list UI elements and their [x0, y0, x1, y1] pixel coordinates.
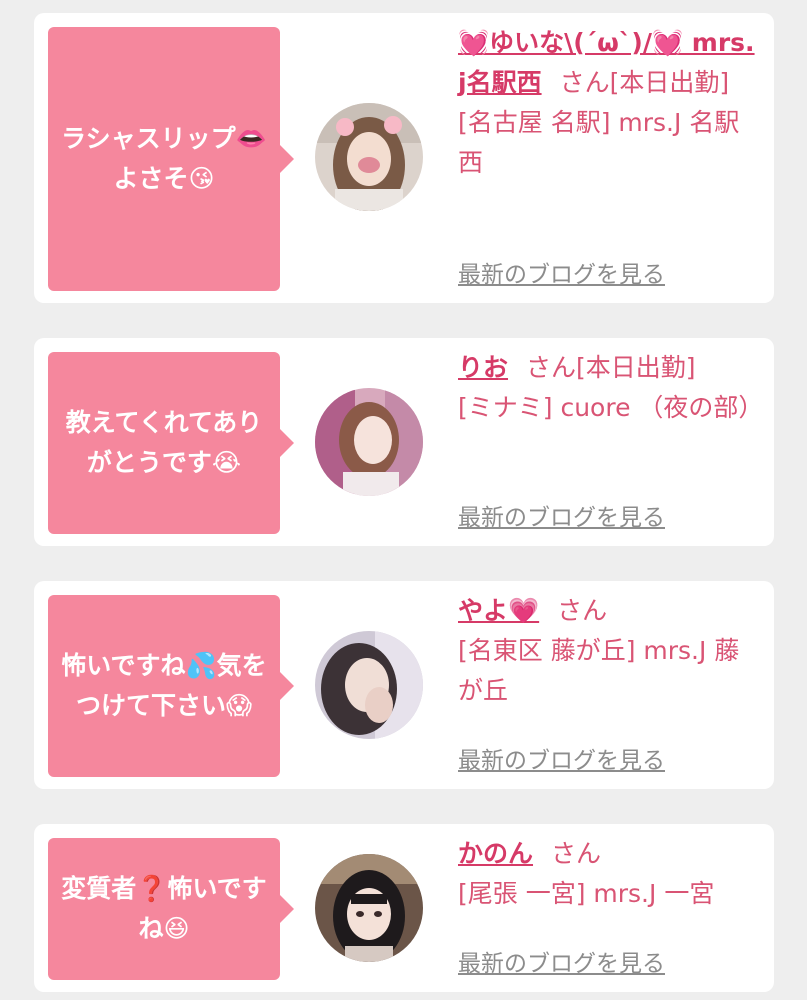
girl-info: かのん さん [尾張 一宮] mrs.J 一宮 [458, 834, 758, 914]
avatar[interactable] [315, 631, 423, 739]
avatar-image [315, 388, 423, 496]
comment-text: 教えてくれてありがとうです😭 [65, 408, 263, 477]
avatar-image [315, 103, 423, 211]
shop-info: [名東区 藤が丘] mrs.J 藤が丘 [458, 636, 740, 705]
comment-card: 怖いですね💦気をつけて下さい😱 やよ💗 さん [名東区 藤が丘] mrs.J 藤が… [34, 581, 774, 789]
comment-card: ラシャスリップ👄よさそ😘 💓ゆいな\(´ω`)/💓 mrs.j名駅西 さん[本日出… [34, 13, 774, 303]
comment-card: 教えてくれてありがとうです😭 りお さん[本日出勤] [ミナミ] cuore （夜… [34, 338, 774, 546]
comment-bubble: 教えてくれてありがとうです😭 [48, 352, 294, 534]
girl-status: さん[本日出勤] [526, 353, 696, 382]
comment-text: ラシャスリップ👄よさそ😘 [61, 124, 267, 193]
shop-info: [ミナミ] cuore （夜の部） [458, 393, 764, 422]
latest-blog-link[interactable]: 最新のブログを見る [458, 741, 665, 775]
comment-bubble: 怖いですね💦気をつけて下さい😱 [48, 595, 294, 777]
comment-bubble: 変質者❓怖いですね😆 [48, 838, 294, 980]
comment-text: 変質者❓怖いですね😆 [61, 874, 267, 943]
girl-name-link[interactable]: りお [458, 353, 508, 382]
comment-bubble: ラシャスリップ👄よさそ😘 [48, 27, 294, 291]
comment-list: ラシャスリップ👄よさそ😘 💓ゆいな\(´ω`)/💓 mrs.j名駅西 さん[本日出… [0, 0, 807, 1000]
latest-blog-link[interactable]: 最新のブログを見る [458, 255, 665, 289]
girl-status: さん [557, 596, 608, 625]
avatar[interactable] [315, 854, 423, 962]
avatar[interactable] [315, 388, 423, 496]
girl-status: さん [551, 839, 602, 868]
girl-info: りお さん[本日出勤] [ミナミ] cuore （夜の部） [458, 348, 764, 428]
girl-status: さん[本日出勤] [559, 68, 730, 97]
latest-blog-link[interactable]: 最新のブログを見る [458, 498, 665, 532]
girl-name-link[interactable]: やよ💗 [458, 596, 539, 625]
girl-info: やよ💗 さん [名東区 藤が丘] mrs.J 藤が丘 [458, 591, 758, 711]
avatar[interactable] [315, 103, 423, 211]
avatar-image [315, 854, 423, 962]
girl-info: 💓ゆいな\(´ω`)/💓 mrs.j名駅西 さん[本日出勤] [名古屋 名駅] m… [458, 23, 758, 183]
comment-card: 変質者❓怖いですね😆 かのん さん [尾張 一宮] mrs.J 一宮 最新のブログ… [34, 824, 774, 992]
shop-info: [名古屋 名駅] mrs.J 名駅西 [458, 108, 740, 177]
latest-blog-link[interactable]: 最新のブログを見る [458, 944, 665, 978]
girl-name-link[interactable]: かのん [458, 839, 533, 868]
avatar-image [315, 631, 423, 739]
comment-text: 怖いですね💦気をつけて下さい😱 [61, 651, 267, 720]
shop-info: [尾張 一宮] mrs.J 一宮 [458, 879, 715, 908]
